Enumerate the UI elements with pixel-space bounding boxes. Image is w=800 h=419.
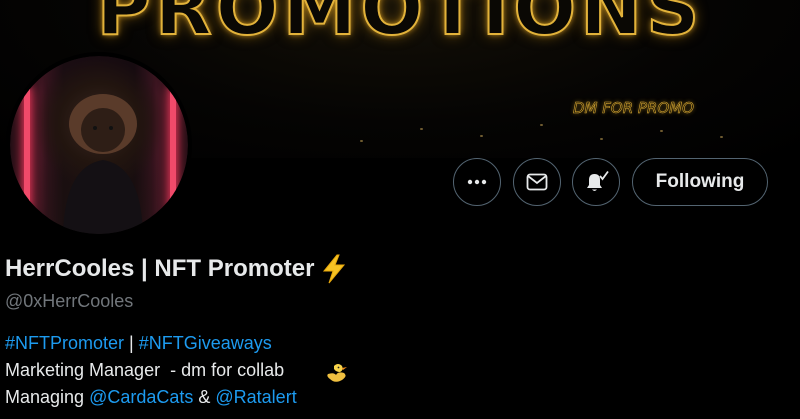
banner-subtitle: DM FOR PROMO xyxy=(573,99,695,118)
bio-line-managing: Managing @CardaCats & @Ratalert xyxy=(5,387,297,408)
bell-check-icon xyxy=(587,170,609,191)
following-button[interactable]: Following xyxy=(632,158,768,206)
hatching-chick-icon xyxy=(327,364,347,382)
bio-line-hashtags: #NFTPromoter | #NFTGiveaways xyxy=(5,333,272,354)
more-dots-icon xyxy=(467,179,487,185)
banner-sparkle xyxy=(480,135,483,137)
hashtag-nftpromoter[interactable]: #NFTPromoter xyxy=(5,333,124,353)
banner-sparkle xyxy=(600,138,603,140)
message-button[interactable] xyxy=(513,158,561,206)
neon-light-left xyxy=(24,86,30,218)
lion-silhouette-icon xyxy=(63,94,143,234)
user-handle: @0xHerrCooles xyxy=(5,291,134,311)
banner-sparkle xyxy=(360,140,363,142)
banner-sparkle xyxy=(660,130,663,132)
bio-line-role: Marketing Manager - dm for collab xyxy=(5,360,284,381)
notifications-button[interactable] xyxy=(572,158,620,206)
bio-managing-text: Managing xyxy=(5,387,90,407)
banner-title: PROMOTIONS xyxy=(96,0,704,53)
hashtag-nftgiveaways[interactable]: #NFTGiveaways xyxy=(139,333,272,353)
mention-cardacats[interactable]: @CardaCats xyxy=(89,387,193,407)
bio-separator: | xyxy=(124,333,139,353)
display-name: HerrCooles | NFT Promoter xyxy=(5,255,315,282)
neon-light-right xyxy=(170,86,176,218)
banner-sparkle xyxy=(720,136,723,138)
mention-ratalert[interactable]: @Ratalert xyxy=(215,387,296,407)
display-name-row: HerrCooles | NFT Promoter xyxy=(5,254,348,284)
mail-icon xyxy=(526,173,548,191)
more-button[interactable] xyxy=(453,158,501,206)
profile-page: PROMOTIONS DM FOR PROMO Following HerrCo… xyxy=(0,0,800,419)
banner-sparkle xyxy=(540,124,543,126)
lightning-bolt-icon xyxy=(323,254,346,284)
banner-sparkle xyxy=(420,128,423,130)
avatar[interactable] xyxy=(6,52,192,238)
bio-ampersand: & xyxy=(193,387,216,407)
bio-role-text: Marketing Manager - dm for collab xyxy=(5,360,285,380)
